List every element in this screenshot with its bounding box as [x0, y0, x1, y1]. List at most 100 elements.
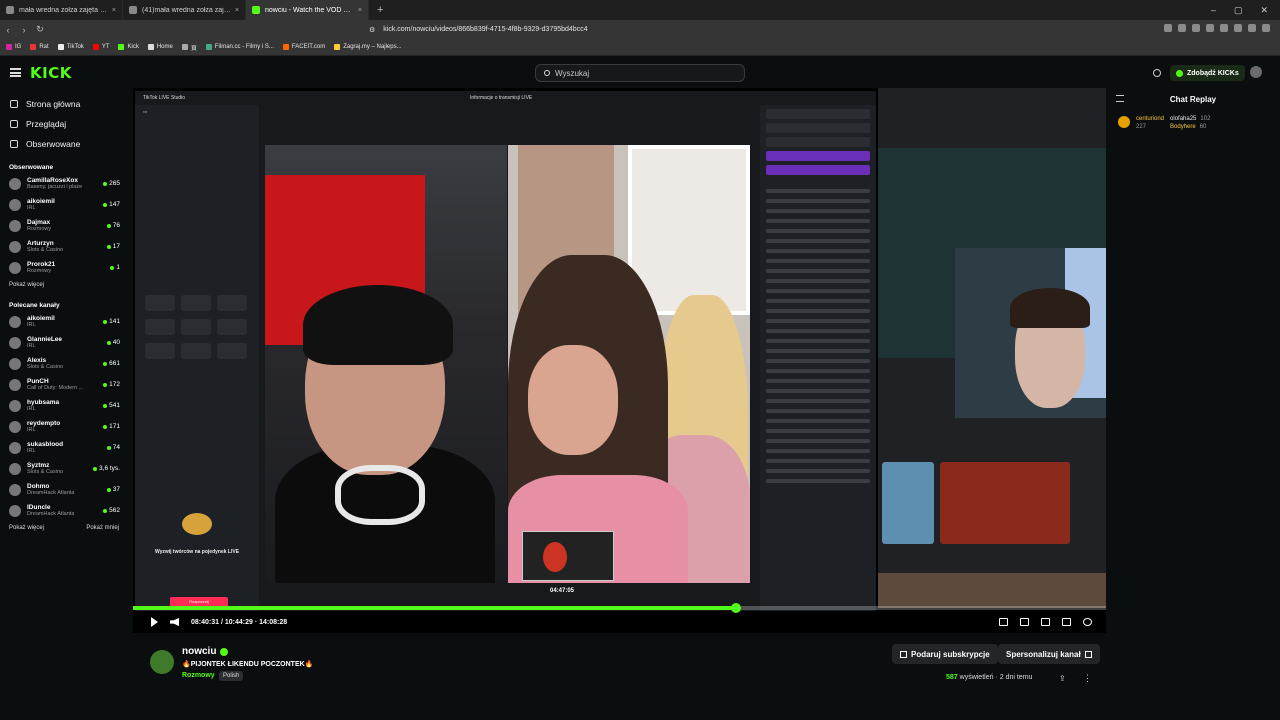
pip-icon[interactable]	[999, 618, 1008, 626]
bookmark[interactable]: YT	[92, 44, 109, 50]
channel-item[interactable]: Dohmo DreamHack Atlanta 37	[0, 479, 128, 500]
bookmark[interactable]: Kick	[118, 44, 139, 50]
close-window-icon[interactable]: ✕	[1260, 5, 1268, 16]
leader-user[interactable]: centuriond	[1136, 116, 1164, 122]
maximize-icon[interactable]: ▢	[1234, 5, 1243, 16]
channel-item[interactable]: Arturzyn Slots & Casino 17	[0, 236, 128, 257]
nav-browse[interactable]: Przeglądaj	[0, 114, 128, 134]
tool-icon	[145, 343, 175, 359]
channel-item[interactable]: PunCH Call of Duty: Modern ... 172	[0, 374, 128, 395]
extension-icon[interactable]	[1248, 24, 1256, 32]
close-tab-icon[interactable]: ×	[235, 7, 239, 14]
channel-name: Prorok21	[27, 261, 56, 268]
channel-name[interactable]: nowciu	[182, 646, 229, 657]
tool-icon	[217, 319, 247, 335]
extension-icon[interactable]	[1178, 24, 1186, 32]
seek-handle[interactable]	[731, 603, 741, 613]
extension-icon[interactable]	[1262, 24, 1270, 32]
theater-icon[interactable]	[1020, 618, 1029, 626]
gift-subscription-button[interactable]: Podaruj subskrypcje	[892, 644, 998, 664]
channel-item[interactable]: reydempto IRL 171	[0, 416, 128, 437]
channel-category: IRL	[27, 205, 36, 211]
extension-icon[interactable]	[1206, 24, 1214, 32]
browser-tab[interactable]: (41)mała wredna zołza zajęta ♥ (@m...×	[123, 0, 246, 20]
forward-icon[interactable]: ›	[16, 25, 32, 35]
notifications-icon[interactable]	[1153, 69, 1161, 77]
fullscreen-icon[interactable]	[1062, 618, 1071, 626]
extensions-area	[1164, 24, 1270, 32]
nav-following[interactable]: Obserwowane	[0, 134, 128, 154]
search-input[interactable]: Wyszukaj	[535, 64, 745, 82]
play-icon[interactable]	[151, 617, 158, 627]
streamer-webcam	[955, 248, 1106, 418]
show-more-button[interactable]: Pokaż więcej	[9, 525, 44, 531]
channel-avatar[interactable]	[150, 650, 174, 674]
channel-item[interactable]: sukasblood IRL 74	[0, 437, 128, 458]
channel-avatar	[9, 462, 21, 475]
leader-user[interactable]: olofaha25	[1170, 116, 1196, 122]
kick-logo[interactable]: KICK	[30, 64, 72, 82]
kick-header: KICK Wyszukaj Zdobądź KICKs	[0, 56, 1280, 88]
bookmark[interactable]: 頁	[181, 43, 197, 52]
sidebar: Strona główna Przeglądaj Obserwowane Obs…	[0, 88, 128, 570]
channel-item[interactable]: Syztmz Slots & Casino 3,6 tys.	[0, 458, 128, 479]
leader-user[interactable]: Bodyhere	[1170, 124, 1196, 130]
back-icon[interactable]: ‹	[0, 25, 16, 35]
menu-icon[interactable]	[10, 68, 21, 77]
reload-icon[interactable]: ↻	[32, 24, 48, 35]
bookmark[interactable]: IG	[6, 44, 21, 50]
close-tab-icon[interactable]: ×	[358, 7, 362, 14]
bookmark[interactable]: TikTok	[57, 44, 84, 50]
extension-icon[interactable]	[1192, 24, 1200, 32]
cast-icon[interactable]	[1041, 618, 1050, 626]
channel-name: hyubsama	[27, 399, 60, 406]
browser-tab-active[interactable]: nowciu - Watch the VOD on Kick×	[246, 0, 369, 20]
user-avatar[interactable]	[1250, 66, 1262, 78]
bookmark[interactable]: Rat	[30, 44, 49, 50]
settings-icon[interactable]	[1083, 618, 1092, 626]
channel-avatar	[9, 177, 21, 190]
channel-name: GlannieLee	[27, 336, 63, 343]
live-dot-icon	[103, 361, 108, 366]
address-bar[interactable]: ⚙ kick.com/nowciu/videos/866b839f-4715-4…	[369, 22, 909, 37]
channel-item[interactable]: Prorok21 Rozmowy 1	[0, 257, 128, 278]
channel-item[interactable]: IDuncle DreamHack Atlanta 562	[0, 500, 128, 521]
channel-item[interactable]: GlannieLee IRL 40	[0, 332, 128, 353]
channel-item[interactable]: aikoiemil IRL 147	[0, 194, 128, 215]
channel-item[interactable]: Alexis Slots & Casino 661	[0, 353, 128, 374]
show-less-button[interactable]: Pokaż mniej	[86, 525, 119, 531]
bookmark[interactable]: Filman.cc - Filmy i S...	[205, 44, 274, 50]
more-options-icon[interactable]: ⋮	[1083, 673, 1092, 684]
close-tab-icon[interactable]: ×	[112, 7, 116, 14]
viewer-count: 147	[103, 201, 120, 208]
zagraj-icon	[334, 44, 341, 50]
site-info-icon[interactable]: ⚙	[369, 26, 375, 34]
minimize-icon[interactable]: –	[1211, 5, 1216, 16]
extension-icon[interactable]	[1220, 24, 1228, 32]
heart-icon	[10, 140, 18, 148]
volume-icon[interactable]	[170, 618, 179, 626]
channel-meta: aikoiemil IRL	[27, 315, 103, 328]
channel-item[interactable]: CamillaRoseXox Baseny, jacuzzi i plaże 265	[0, 173, 128, 194]
share-icon[interactable]: ⇪	[1059, 674, 1066, 683]
bookmark[interactable]: Zagraj.my – Najleps...	[334, 44, 402, 50]
channel-category: DreamHack Atlanta	[27, 490, 75, 496]
language-tag[interactable]: Polish	[219, 671, 244, 681]
browser-tab[interactable]: mała wredna zołza zajęta ♥ (@mała...×	[0, 0, 123, 20]
channel-item[interactable]: Dajmax Rozmowy 76	[0, 215, 128, 236]
channel-item[interactable]: aikoiemil IRL 141	[0, 311, 128, 332]
bookmark[interactable]: Home	[147, 44, 173, 50]
new-tab-button[interactable]: +	[369, 4, 391, 16]
video-player[interactable]: TikTok LIVE Studio Informacje o transmis…	[133, 88, 1106, 633]
extension-icon[interactable]	[1164, 24, 1172, 32]
category-link[interactable]: Rozmowy	[182, 672, 215, 679]
extension-icon[interactable]	[1234, 24, 1242, 32]
channel-item[interactable]: hyubsama IRL 541	[0, 395, 128, 416]
show-more-button[interactable]: Pokaż więcej	[9, 282, 44, 288]
recommended-list: aikoiemil IRL 141 GlannieLee IRL 40 Alexis Slot…	[0, 311, 128, 521]
get-kicks-button[interactable]: Zdobądź KICKs	[1170, 65, 1245, 81]
customize-channel-button[interactable]: Spersonalizuj kanał	[998, 644, 1100, 664]
bookmark[interactable]: FACEIT.com	[282, 44, 325, 50]
collapse-chat-icon[interactable]	[1116, 95, 1124, 102]
nav-home[interactable]: Strona główna	[0, 94, 128, 114]
